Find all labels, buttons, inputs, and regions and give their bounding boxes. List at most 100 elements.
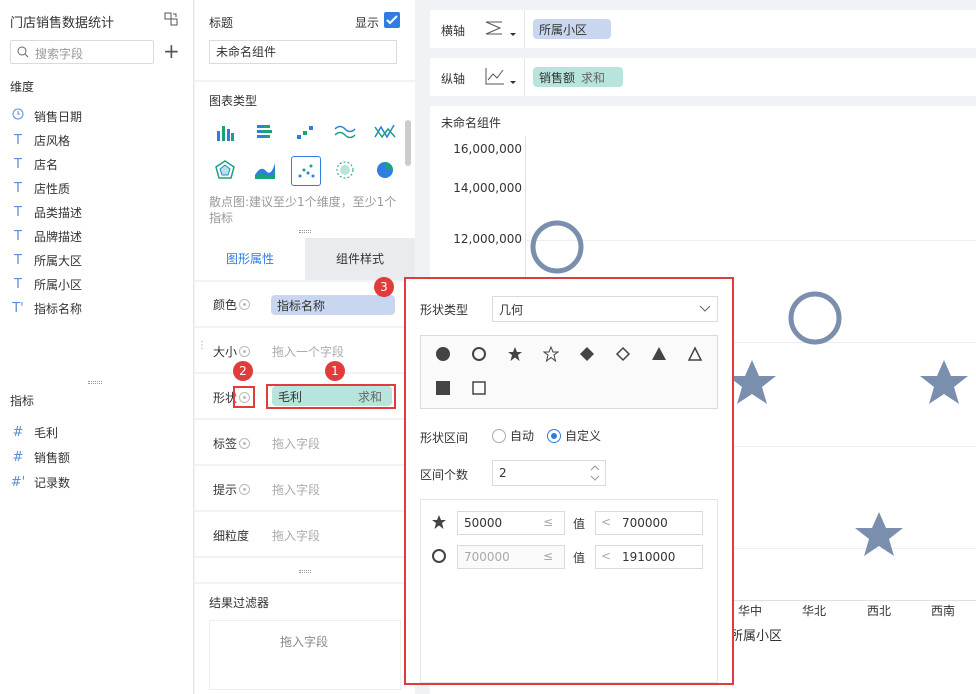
y-axis-field-pill[interactable]: 销售额 求和: [533, 67, 623, 87]
color-field-pill[interactable]: 指标名称: [271, 295, 395, 315]
stepper-icon[interactable]: [589, 463, 601, 483]
measure-field-label: 销售额: [34, 450, 71, 465]
pie-chart-type-icon[interactable]: [371, 156, 399, 184]
gear-icon[interactable]: [239, 346, 251, 357]
dimension-field-item[interactable]: T 店风格: [10, 130, 70, 150]
x-axis-type-icon[interactable]: [484, 18, 518, 40]
column-step-chart-type-icon[interactable]: [291, 118, 319, 146]
label-drop-zone[interactable]: 拖入字段: [272, 435, 320, 452]
row2-to-value: 1910000: [622, 550, 676, 564]
data-point-star[interactable]: [920, 360, 968, 404]
stacked-bar-chart-type-icon[interactable]: [251, 118, 279, 146]
dimension-field-label: 店风格: [34, 133, 71, 148]
chart-type-scrollbar[interactable]: [405, 120, 411, 166]
measure-field-item[interactable]: # 销售额: [10, 447, 70, 467]
radar-line-chart-type-icon[interactable]: [371, 118, 399, 146]
add-field-button[interactable]: +: [163, 40, 180, 62]
shape-type-select[interactable]: 几何: [492, 296, 718, 322]
search-field[interactable]: 搜索字段: [10, 40, 154, 64]
chart-type-block: 图表类型 散点图:建议至少1个维度，至少1个指标: [195, 82, 415, 238]
circle-row-icon: [431, 548, 447, 567]
show-title-checkbox[interactable]: [384, 12, 400, 28]
data-point-star[interactable]: [855, 512, 903, 556]
dimension-field-item[interactable]: T 所属小区: [10, 274, 82, 294]
data-point-circle[interactable]: [788, 291, 842, 345]
number-type-icon: #: [12, 449, 24, 465]
square-shape-icon[interactable]: [471, 380, 487, 396]
x-axis-field-pill[interactable]: 所属小区: [533, 19, 611, 39]
block-splitter[interactable]: [299, 570, 311, 573]
polygon-chart-type-icon[interactable]: [211, 156, 239, 184]
tooltip-drop-zone[interactable]: 拖入字段: [272, 481, 320, 498]
filled-triangle-shape-icon[interactable]: [651, 346, 667, 362]
result-filter-drop-zone[interactable]: 拖入字段: [209, 620, 401, 690]
granularity-row: 细粒度 拖入字段: [195, 512, 415, 556]
tooltip-row: 提示 拖入字段: [195, 466, 415, 510]
interval-auto-radio[interactable]: 自动: [492, 427, 534, 444]
row2-op1: ≤: [543, 549, 554, 563]
result-filter-title: 结果过滤器: [209, 596, 270, 610]
y-axis-type-icon[interactable]: [484, 66, 518, 88]
title-input[interactable]: 未命名组件: [209, 40, 397, 64]
tab-graph-properties[interactable]: 图形属性: [195, 238, 305, 280]
data-point-circle[interactable]: [530, 220, 584, 274]
interval-custom-radio[interactable]: 自定义: [547, 427, 601, 444]
filled-square-shape-icon[interactable]: [435, 380, 451, 396]
badge-3: 3: [374, 277, 394, 297]
granularity-drop-zone[interactable]: 拖入字段: [272, 527, 320, 544]
badge-1: 1: [325, 361, 345, 381]
measure-field-item[interactable]: # 毛利: [10, 422, 58, 442]
gear-icon[interactable]: [239, 484, 251, 495]
shape-palette: [420, 335, 718, 409]
number-type-icon: #: [12, 424, 24, 440]
circle-shape-icon[interactable]: [471, 346, 487, 362]
block-splitter[interactable]: [299, 230, 311, 233]
data-point-star[interactable]: [728, 360, 776, 404]
bubble-chart-type-icon[interactable]: [331, 156, 359, 184]
line-chart-type-icon[interactable]: [331, 118, 359, 146]
triangle-shape-icon[interactable]: [687, 346, 703, 362]
row2-from-value: 700000: [464, 550, 510, 564]
dimension-field-item[interactable]: T 品类描述: [10, 202, 82, 222]
measure-field-item[interactable]: #' 记录数: [10, 472, 70, 492]
color-label: 颜色: [213, 296, 251, 313]
radio-selected-icon: [547, 429, 561, 443]
filled-star-shape-icon[interactable]: [507, 346, 523, 362]
highlight-box-shape-field: [266, 384, 396, 409]
row1-op1[interactable]: ≤: [543, 515, 553, 529]
star-shape-icon[interactable]: [543, 346, 559, 362]
row2-to-input[interactable]: 1910000: [595, 545, 703, 569]
filled-circle-shape-icon[interactable]: [435, 346, 451, 362]
tab-component-style[interactable]: 组件样式: [305, 238, 415, 280]
row1-to-value: 700000: [622, 516, 668, 530]
property-panel: 标题 显示 未命名组件 图表类型 散点图:建议至少1个维度，至少1个指标 图形属…: [195, 0, 415, 694]
row1-to-input[interactable]: 700000: [595, 511, 703, 535]
row1-from-value: 50000: [464, 516, 503, 530]
measure-field-label: 毛利: [34, 425, 59, 440]
interval-count-input[interactable]: 2: [492, 460, 606, 486]
dimension-field-item[interactable]: 销售日期: [10, 106, 82, 126]
row2-op2[interactable]: <: [601, 549, 611, 563]
text-type-icon: T: [14, 180, 22, 196]
gear-icon[interactable]: [239, 299, 251, 310]
dimension-section-title: 维度: [10, 80, 35, 94]
size-drop-zone[interactable]: 拖入一个字段: [272, 343, 344, 360]
text-type-icon: T: [14, 276, 22, 292]
row1-op2[interactable]: <: [601, 515, 611, 529]
panel-splitter[interactable]: [88, 381, 102, 384]
switch-dataset-icon[interactable]: [164, 12, 178, 26]
dimension-field-item[interactable]: T 品牌描述: [10, 226, 82, 246]
dimension-field-item[interactable]: T 店性质: [10, 178, 70, 198]
interval-label: 形状区间: [420, 431, 469, 445]
filled-diamond-shape-icon[interactable]: [579, 346, 595, 362]
drag-handle-icon[interactable]: ⋮: [197, 340, 207, 351]
diamond-shape-icon[interactable]: [615, 346, 631, 362]
dimension-field-item[interactable]: T' 指标名称: [10, 298, 82, 318]
area-chart-type-icon[interactable]: [251, 156, 279, 184]
bar-chart-type-icon[interactable]: [211, 118, 239, 146]
dimension-field-item[interactable]: T 店名: [10, 154, 58, 174]
dimension-field-item[interactable]: T 所属大区: [10, 250, 82, 270]
gear-icon[interactable]: [239, 438, 251, 449]
scatter-chart-type-icon[interactable]: [291, 156, 321, 186]
measure-field-label: 记录数: [34, 475, 71, 490]
